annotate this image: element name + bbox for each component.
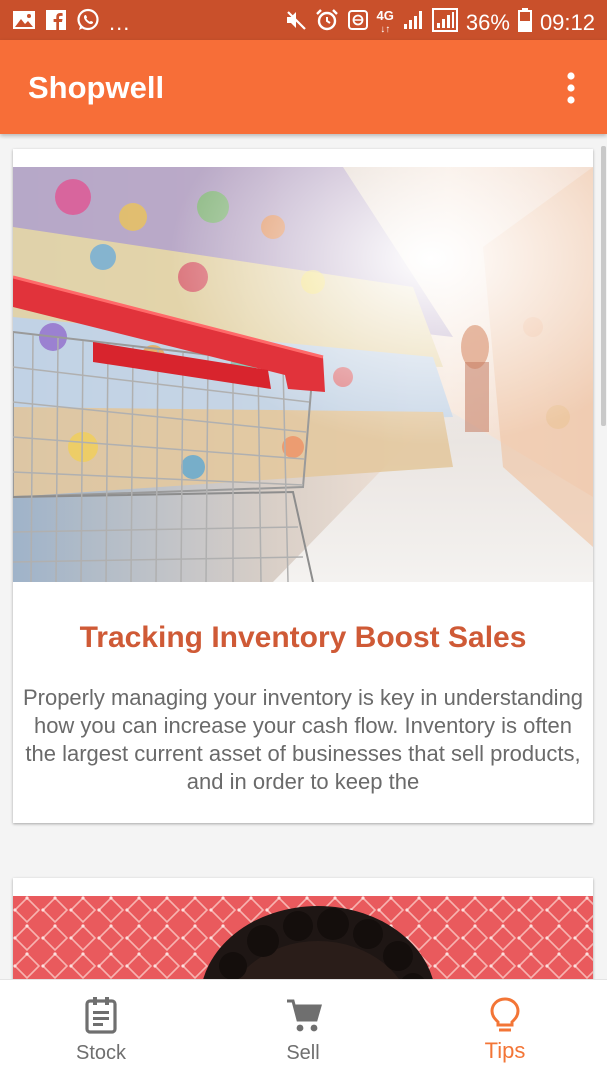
network-type-label: 4G xyxy=(376,7,394,23)
signal-icon xyxy=(402,9,424,36)
clock: 09:12 xyxy=(539,9,595,35)
tips-list[interactable]: Tracking Inventory Boost Sales Properly … xyxy=(0,134,607,979)
nav-item-stock[interactable]: Stock xyxy=(0,980,202,1081)
battery-icon xyxy=(517,8,532,37)
nav-label: Tips xyxy=(484,1038,526,1063)
tip-card[interactable] xyxy=(13,878,593,979)
status-left-icons: ... xyxy=(12,8,130,37)
network-type-icon: 4G ↓↑ xyxy=(376,7,394,35)
tip-image xyxy=(13,896,593,979)
clipboard-icon xyxy=(84,996,118,1034)
nav-label: Sell xyxy=(286,1042,320,1064)
tip-title: Tracking Inventory Boost Sales xyxy=(79,621,527,654)
status-overflow-dots: ... xyxy=(109,9,131,35)
signal-icon xyxy=(431,8,458,37)
nav-item-sell[interactable]: Sell xyxy=(202,980,404,1081)
nav-item-tips[interactable]: Tips xyxy=(404,980,606,1081)
status-bar: ... 4G ↓↑ 36% 09:12 xyxy=(0,0,607,40)
facebook-icon xyxy=(45,9,67,36)
tip-body: Properly managing your inventory is key … xyxy=(22,685,584,794)
alarm-icon xyxy=(315,8,339,37)
app-bar: Shopwell xyxy=(0,40,607,134)
more-vert-icon[interactable] xyxy=(554,68,588,108)
data-saver-icon xyxy=(347,9,369,36)
bottom-navigation: Stock Sell Tips xyxy=(0,979,607,1081)
whatsapp-icon xyxy=(76,8,100,37)
cart-icon xyxy=(286,996,322,1034)
scrollbar[interactable] xyxy=(601,146,606,426)
tip-card[interactable]: Tracking Inventory Boost Sales Properly … xyxy=(13,149,593,823)
mute-icon xyxy=(285,9,307,36)
status-right-icons: 4G ↓↑ 36% 09:12 xyxy=(285,8,595,37)
gallery-icon xyxy=(12,9,36,36)
app-title: Shopwell xyxy=(28,70,165,105)
nav-label: Stock xyxy=(75,1042,127,1064)
tip-image xyxy=(13,167,593,582)
lightbulb-icon xyxy=(488,996,522,1034)
battery-percent: 36% xyxy=(465,9,510,35)
